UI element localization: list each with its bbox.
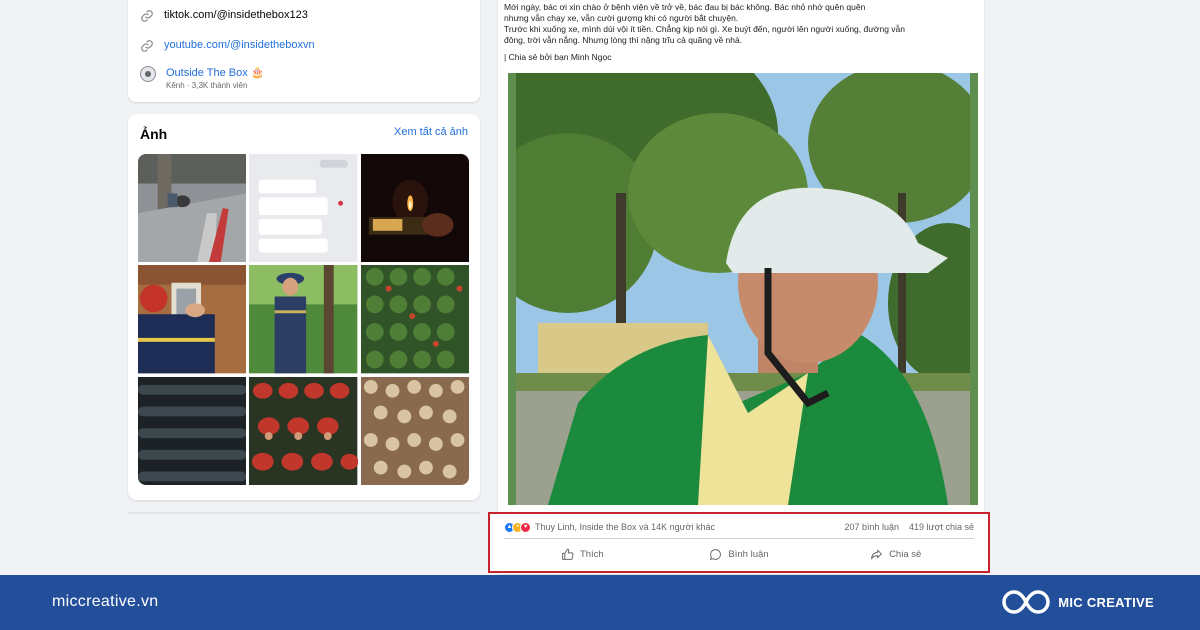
photo-thumbnail[interactable]: [360, 154, 469, 263]
thumbs-up-icon: [562, 548, 574, 560]
group-meta: Kênh · 3,3K thành viên: [166, 81, 248, 90]
reaction-icons[interactable]: ▲ • ♥: [504, 521, 531, 533]
post-text-line: nhưng vẫn chạy xe, vẫn cười gượng khi có…: [504, 13, 739, 23]
post-credit: | Chia sẻ bởi bạn Minh Ngọc: [504, 52, 612, 62]
photo-thumbnail[interactable]: [249, 265, 358, 374]
photos-title: Ảnh: [140, 126, 168, 142]
link-icon: [141, 40, 153, 52]
photo-thumbnail[interactable]: [360, 376, 469, 485]
reactor-names[interactable]: Thuy Linh, Inside the Box và 14K người k…: [535, 522, 715, 532]
post-text-line: đông, trời vẫn nắng. Nhưng lòng thì nặng…: [504, 35, 743, 45]
comment-icon: [710, 548, 722, 560]
share-icon: [871, 549, 882, 559]
post-actions-highlight: ▲ • ♥ Thuy Linh, Inside the Box và 14K n…: [488, 512, 990, 573]
share-button[interactable]: Chia sẻ: [817, 542, 974, 566]
post-text-line: Mới ngày, bác ơi xin chào ở bệnh viện về…: [504, 2, 866, 12]
comment-label: Bình luận: [728, 548, 769, 560]
love-reaction-icon: ♥: [520, 521, 531, 533]
section-divider: [128, 512, 480, 514]
shares-count[interactable]: 419 lượt chia sẻ: [909, 522, 974, 532]
post-action-bar: Thích Bình luận Chia sẻ: [504, 542, 974, 566]
photo-thumbnail[interactable]: [249, 154, 358, 263]
photos-card: Ảnh Xem tất cả ảnh: [128, 114, 480, 500]
group-row[interactable]: Outside The Box 🎂 Kênh · 3,3K thành viên: [140, 66, 264, 91]
photo-thumbnail[interactable]: [138, 376, 247, 485]
photo-grid: [138, 154, 469, 485]
youtube-link-row[interactable]: youtube.com/@insidetheboxvn: [140, 38, 315, 53]
footer-brand-name: MIC CREATIVE: [1058, 594, 1154, 610]
photo-thumbnail[interactable]: [249, 376, 358, 485]
like-button[interactable]: Thích: [504, 542, 661, 566]
footer-bar: miccreative.vn MIC CREATIVE: [0, 575, 1200, 630]
group-icon: [140, 66, 156, 82]
group-name[interactable]: Outside The Box 🎂: [166, 66, 264, 80]
photo-thumbnail[interactable]: [360, 265, 469, 374]
footer-site-url[interactable]: miccreative.vn: [52, 593, 158, 611]
reaction-summary: ▲ • ♥ Thuy Linh, Inside the Box và 14K n…: [504, 520, 974, 534]
intro-card: tiktok.com/@insidethebox123 youtube.com/…: [128, 0, 480, 102]
share-label: Chia sẻ: [889, 548, 922, 560]
post-photo[interactable]: [508, 73, 978, 505]
comments-count[interactable]: 207 bình luận: [844, 522, 899, 532]
tiktok-link[interactable]: tiktok.com/@insidethebox123: [164, 8, 308, 22]
link-icon: [141, 10, 153, 22]
tiktok-link-row[interactable]: tiktok.com/@insidethebox123: [140, 8, 308, 23]
youtube-link[interactable]: youtube.com/@insidetheboxvn: [164, 38, 315, 52]
see-all-photos-link[interactable]: Xem tất cả ảnh: [394, 126, 468, 138]
infinity-logo-icon: [1002, 590, 1050, 614]
photo-thumbnail[interactable]: [138, 154, 247, 263]
photo-thumbnail[interactable]: [138, 265, 247, 374]
brand-logo: MIC CREATIVE: [1002, 588, 1154, 616]
post-text-line: Trước khi xuống xe, mình dúi vội ít tiền…: [504, 24, 906, 34]
comment-button[interactable]: Bình luận: [661, 542, 818, 566]
post-card: Mới ngày, bác ơi xin chào ở bệnh viện về…: [498, 0, 984, 574]
like-label: Thích: [579, 548, 604, 560]
actions-divider: [504, 538, 974, 539]
